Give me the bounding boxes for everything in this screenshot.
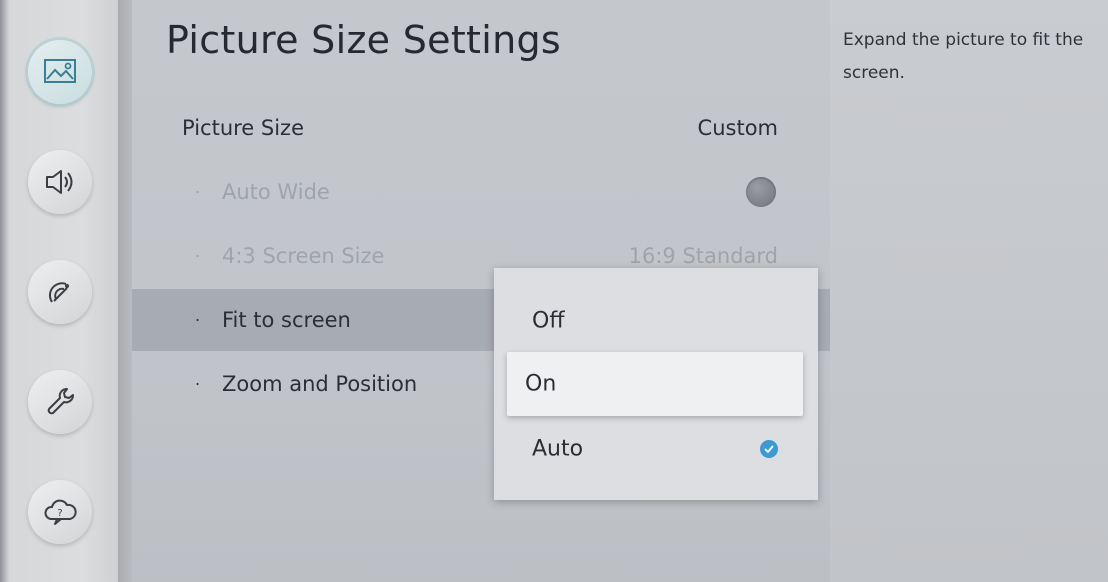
fit-to-screen-dropdown: Off On Auto — [494, 268, 818, 500]
general-menu-button[interactable] — [28, 370, 92, 434]
support-menu-button[interactable]: ? — [28, 480, 92, 544]
help-panel: Expand the picture to fit the screen. — [830, 0, 1108, 582]
checkmark-icon — [760, 440, 778, 458]
screen-size-43-value: 16:9 Standard — [628, 244, 778, 268]
option-off[interactable]: Off — [494, 289, 818, 353]
bullet: · — [195, 246, 201, 266]
sound-icon — [46, 170, 73, 194]
zoom-position-label: Zoom and Position — [222, 372, 418, 396]
help-description: Expand the picture to fit the screen. — [843, 30, 1084, 83]
picture-menu-button[interactable] — [28, 40, 92, 104]
fit-to-screen-label: Fit to screen — [222, 308, 351, 332]
screen-size-43-label: 4:3 Screen Size — [222, 244, 385, 268]
page-title: Picture Size Settings — [166, 18, 562, 62]
bullet: · — [195, 310, 201, 330]
option-off-label: Off — [532, 308, 565, 334]
wrench-icon — [47, 388, 74, 415]
svg-text:?: ? — [57, 508, 62, 519]
sidebar-divider — [118, 0, 132, 582]
option-auto-label: Auto — [532, 436, 584, 462]
option-auto[interactable]: Auto — [494, 417, 818, 481]
broadcasting-icon — [49, 282, 69, 303]
auto-wide-toggle — [746, 177, 776, 207]
picture-size-row[interactable]: Picture Size Custom — [132, 97, 830, 159]
auto-wide-label: Auto Wide — [222, 180, 330, 204]
support-cloud-icon: ? — [44, 499, 77, 525]
picture-icon — [44, 59, 76, 83]
broadcasting-menu-button[interactable] — [28, 260, 92, 324]
sound-menu-button[interactable] — [28, 150, 92, 214]
auto-wide-row: · Auto Wide — [132, 161, 830, 223]
option-on-label: On — [525, 371, 557, 397]
bullet: · — [195, 374, 201, 394]
picture-size-label: Picture Size — [182, 116, 305, 140]
bullet: · — [195, 182, 201, 202]
option-on[interactable]: On — [507, 352, 803, 416]
picture-size-value: Custom — [697, 116, 778, 140]
